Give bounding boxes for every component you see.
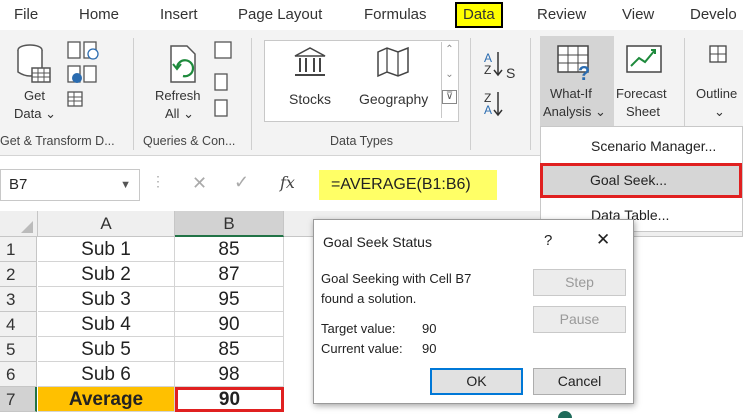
forecast-label-2: Sheet [626,104,660,119]
refresh-label: Refresh [155,88,201,103]
svg-text:A: A [484,103,492,117]
target-value: 90 [422,321,437,336]
average-label-cell[interactable]: Average [38,387,175,412]
group-label-get-transform: Get & Transform D... [0,134,115,148]
map-icon [377,46,409,78]
tab-data[interactable]: Data [455,2,503,28]
stocks-button[interactable]: Stocks [276,46,346,116]
column-header-a[interactable]: A [38,211,175,237]
outline-icon [709,45,727,63]
tab-developer[interactable]: Develo [690,0,737,30]
group-label-queries: Queries & Con... [143,134,236,148]
row-header[interactable]: 1 [0,237,37,262]
function-icon[interactable]: fx [280,173,295,192]
refresh-label-2: All ⌄ [165,106,194,121]
database-icon [17,44,51,83]
score-cell[interactable]: 95 [175,287,284,312]
select-all-corner[interactable] [0,211,38,237]
subject-cell[interactable]: Sub 4 [38,312,175,337]
get-data-label-2: Data ⌄ [14,106,56,121]
score-cell[interactable]: 85 [175,337,284,362]
subject-cell[interactable]: Sub 6 [38,362,175,387]
svg-text:S: S [506,65,515,81]
tab-insert[interactable]: Insert [160,0,198,30]
outline-button[interactable]: Outline ⌄ [690,36,743,128]
row-header[interactable]: 5 [0,337,37,362]
what-if-label: What-If [550,86,592,101]
geography-button[interactable]: Geography [356,46,436,116]
get-data-label: Get [24,88,45,103]
bank-icon [294,47,326,76]
cancel-icon[interactable]: ✕ [192,173,207,194]
svg-text:Z: Z [484,63,491,77]
formula-controls: ✕ ✓ fx [178,169,316,201]
dialog-message-line1: Goal Seeking with Cell B7 [321,271,472,286]
dialog-message-line2: found a solution. [321,291,417,306]
gallery-scroll[interactable]: ⌃ ⌄ ⊽ [441,42,457,118]
refresh-icon [170,45,196,83]
row-header[interactable]: 2 [0,262,37,287]
sort-az-icon[interactable]: A Z Z A S [484,48,518,127]
goal-seek-status-dialog: Goal Seek Status ? ✕ Goal Seeking with C… [313,219,634,404]
geography-label: Geography [359,91,429,107]
name-box[interactable]: B7 ▼ [0,169,140,201]
subject-cell[interactable]: Sub 1 [38,237,175,262]
outline-label: Outline [696,86,738,101]
mouse-cursor-icon [558,411,572,418]
subject-cell[interactable]: Sub 2 [38,262,175,287]
what-if-label-2: Analysis ⌄ [543,104,606,119]
close-icon[interactable]: ✕ [596,230,610,250]
group-label-data-types: Data Types [330,134,394,148]
score-cell[interactable]: 98 [175,362,284,387]
subject-cell[interactable]: Sub 5 [38,337,175,362]
dialog-title: Goal Seek Status [323,234,432,250]
help-icon[interactable]: ? [544,232,552,249]
tab-review[interactable]: Review [537,0,586,30]
forecast-chart-icon [626,45,662,73]
menu-item-scenario-manager[interactable]: Scenario Manager... [591,138,716,154]
outline-chevron-icon: ⌄ [714,104,725,119]
score-cell[interactable]: 87 [175,262,284,287]
current-value: 90 [422,341,437,356]
average-value-cell[interactable]: 90 [175,387,284,412]
enter-icon[interactable]: ✓ [234,172,249,193]
pause-button[interactable]: Pause [533,306,626,333]
refresh-all-button[interactable]: Refresh All ⌄ [155,42,209,134]
goal-seek-label: Goal Seek... [590,172,668,188]
menu-item-goal-seek[interactable]: Goal Seek... [540,163,742,198]
row-header[interactable]: 7 [0,387,37,412]
dots-icon: ⋮ [151,173,165,189]
stocks-label: Stocks [289,91,332,107]
column-header-b[interactable]: B [175,211,284,237]
current-value-label: Current value: [321,341,403,356]
get-data-button[interactable]: Get Data ⌄ [14,42,62,134]
subject-cell[interactable]: Sub 3 [38,287,175,312]
cancel-button[interactable]: Cancel [533,368,626,395]
tab-formulas[interactable]: Formulas [364,0,427,30]
tab-file[interactable]: File [14,0,38,30]
from-text-icon[interactable] [66,40,100,119]
tab-page-layout[interactable]: Page Layout [238,0,322,30]
queries-connections-icons[interactable] [213,40,235,123]
menu-bar: File Home Insert Page Layout Formulas Da… [0,0,743,30]
what-if-analysis-button[interactable]: ? What-If Analysis ⌄ [540,36,614,128]
tab-view[interactable]: View [622,0,654,30]
row-header[interactable]: 3 [0,287,37,312]
what-if-menu: Scenario Manager... Goal Seek... Data Ta… [540,126,743,232]
step-button[interactable]: Step [533,269,626,296]
formula-input[interactable]: =AVERAGE(B1:B6) [319,170,497,200]
row-header[interactable]: 4 [0,312,37,337]
forecast-label: Forecast [616,86,667,101]
row-header[interactable]: 6 [0,362,37,387]
ok-button[interactable]: OK [430,368,523,395]
forecast-sheet-button[interactable]: Forecast Sheet [616,36,676,128]
what-if-icon: ? [557,45,590,85]
svg-text:?: ? [578,63,590,82]
score-cell[interactable]: 90 [175,312,284,337]
target-value-label: Target value: [321,321,396,336]
tab-home[interactable]: Home [79,0,119,30]
score-cell[interactable]: 85 [175,237,284,262]
